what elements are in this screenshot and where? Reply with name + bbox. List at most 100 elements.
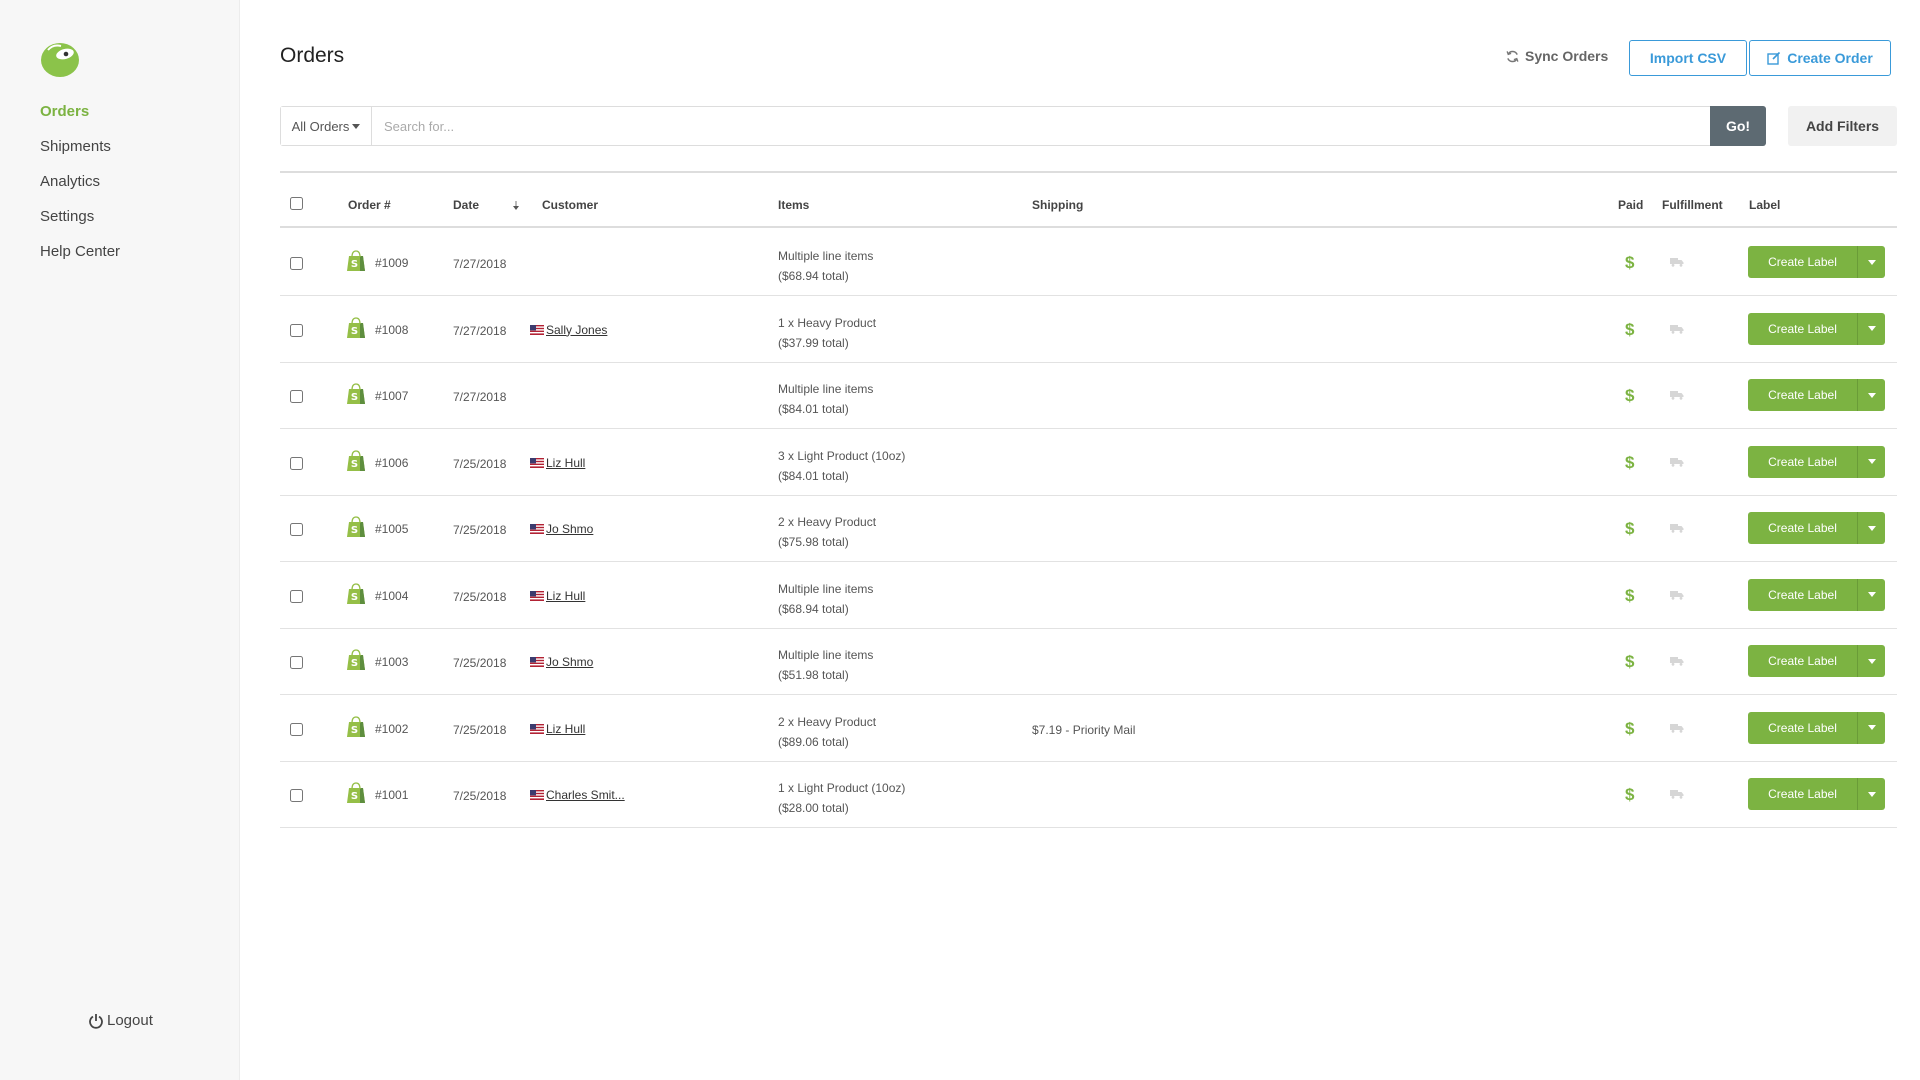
sort-icon[interactable]: [513, 201, 519, 211]
column-header-shipping[interactable]: Shipping: [1032, 198, 1083, 212]
sidebar-item-orders[interactable]: Orders: [40, 101, 120, 136]
sync-orders-label: Sync Orders: [1525, 48, 1609, 64]
create-label-button[interactable]: Create Label: [1748, 778, 1858, 810]
create-label-button[interactable]: Create Label: [1748, 512, 1858, 544]
svg-text:S: S: [351, 259, 358, 270]
customer-link[interactable]: Liz Hull: [546, 722, 585, 736]
create-label-button[interactable]: Create Label: [1748, 246, 1858, 278]
column-header-paid[interactable]: Paid: [1618, 198, 1643, 212]
create-label-button[interactable]: Create Label: [1748, 312, 1858, 345]
table-row: S #1004 7/25/2018 Liz Hull Multiple line…: [280, 563, 1897, 629]
sidebar-item-help-center[interactable]: Help Center: [40, 241, 120, 276]
create-label-button[interactable]: Create Label: [1748, 578, 1858, 611]
sidebar-item-analytics[interactable]: Analytics: [40, 171, 120, 206]
add-filters-button[interactable]: Add Filters: [1788, 106, 1897, 146]
row-checkbox[interactable]: [290, 257, 303, 270]
sidebar-item-shipments[interactable]: Shipments: [40, 136, 120, 171]
label-options-dropdown[interactable]: [1858, 379, 1885, 411]
logo-icon[interactable]: [39, 40, 81, 78]
page-title: Orders: [280, 44, 345, 67]
paid-icon: $: [1625, 785, 1635, 804]
go-button[interactable]: Go!: [1710, 106, 1766, 146]
order-number[interactable]: #1001: [375, 788, 408, 802]
create-label-button[interactable]: Create Label: [1748, 379, 1858, 411]
create-label-button[interactable]: Create Label: [1748, 645, 1858, 677]
order-date: 7/25/2018: [453, 722, 507, 737]
order-number[interactable]: #1002: [375, 722, 408, 736]
import-csv-button[interactable]: Import CSV: [1629, 40, 1747, 76]
order-number[interactable]: #1008: [375, 323, 408, 337]
caret-down-icon: [1867, 525, 1876, 531]
logout-button[interactable]: Logout: [88, 1012, 153, 1029]
create-label-button[interactable]: Create Label: [1748, 445, 1858, 478]
items-summary: Multiple line items: [778, 249, 874, 263]
sync-orders-button[interactable]: Sync Orders: [1506, 48, 1608, 64]
truck-icon: [1670, 790, 1684, 799]
order-items: 2 x Heavy Product ($75.98 total): [778, 512, 876, 552]
order-date: 7/25/2018: [453, 789, 507, 803]
order-date: 7/27/2018: [453, 323, 507, 338]
customer-link[interactable]: Jo Shmo: [546, 522, 593, 536]
items-summary: Multiple line items: [778, 382, 874, 396]
label-options-dropdown[interactable]: [1858, 711, 1885, 744]
row-checkbox[interactable]: [290, 656, 303, 669]
label-options-dropdown[interactable]: [1858, 445, 1885, 478]
items-total: ($68.94 total): [778, 269, 849, 283]
customer-link[interactable]: Liz Hull: [546, 589, 585, 603]
customer-link[interactable]: Charles Smit...: [546, 788, 625, 802]
sidebar-item-settings[interactable]: Settings: [40, 206, 120, 241]
truck-icon: [1670, 258, 1684, 267]
row-checkbox[interactable]: [290, 722, 303, 736]
order-number[interactable]: #1004: [375, 589, 408, 603]
customer: Liz Hull: [530, 589, 585, 603]
column-header-date[interactable]: Date: [453, 198, 479, 212]
label-options-dropdown[interactable]: [1858, 246, 1885, 278]
items-summary: 1 x Light Product (10oz): [778, 781, 906, 795]
order-number[interactable]: #1006: [375, 456, 408, 470]
order-date: 7/25/2018: [453, 523, 507, 537]
table-row: S #1005 7/25/2018 Jo Shmo 2 x Heavy Prod…: [280, 496, 1897, 562]
shopify-bag-icon: S: [347, 715, 365, 737]
search-input[interactable]: [372, 107, 1765, 145]
row-checkbox[interactable]: [290, 323, 303, 337]
truck-icon: [1670, 324, 1684, 334]
paid-icon: $: [1625, 585, 1635, 605]
truck-icon: [1670, 590, 1684, 600]
order-number[interactable]: #1009: [375, 256, 408, 270]
order-filter-dropdown[interactable]: All Orders: [281, 107, 372, 145]
customer-link[interactable]: Jo Shmo: [546, 655, 593, 669]
table-row: S #1009 7/27/2018 Multiple line items ($…: [280, 230, 1897, 296]
shopify-bag-icon: S: [347, 582, 365, 604]
table-row: S #1007 7/27/2018 Multiple line items ($…: [280, 363, 1897, 429]
create-label-button[interactable]: Create Label: [1748, 711, 1858, 744]
caret-down-icon: [1867, 658, 1876, 664]
order-number[interactable]: #1007: [375, 389, 408, 403]
column-header-items[interactable]: Items: [778, 198, 809, 212]
label-options-dropdown[interactable]: [1858, 578, 1885, 611]
order-items: Multiple line items ($68.94 total): [778, 246, 873, 286]
truck-icon: [1670, 391, 1684, 400]
edit-icon: [1767, 51, 1781, 65]
us-flag-icon: [530, 723, 544, 734]
column-header-order[interactable]: Order #: [348, 198, 391, 212]
row-checkbox[interactable]: [290, 523, 303, 536]
label-options-dropdown[interactable]: [1858, 645, 1885, 677]
select-all-checkbox[interactable]: [290, 197, 303, 210]
label-options-dropdown[interactable]: [1858, 312, 1885, 345]
caret-down-icon: [1867, 326, 1876, 331]
label-options-dropdown[interactable]: [1858, 778, 1885, 810]
label-options-dropdown[interactable]: [1858, 512, 1885, 544]
column-header-fulfillment[interactable]: Fulfillment: [1662, 198, 1723, 212]
customer-link[interactable]: Liz Hull: [546, 456, 585, 470]
column-header-customer[interactable]: Customer: [542, 198, 598, 212]
column-header-label[interactable]: Label: [1749, 198, 1780, 212]
row-checkbox[interactable]: [290, 789, 303, 802]
customer-link[interactable]: Sally Jones: [546, 323, 607, 337]
create-order-button[interactable]: Create Order: [1749, 40, 1891, 76]
order-number[interactable]: #1005: [375, 522, 408, 536]
row-checkbox[interactable]: [290, 456, 303, 470]
row-checkbox[interactable]: [290, 390, 303, 403]
row-checkbox[interactable]: [290, 589, 303, 603]
svg-text:S: S: [351, 392, 358, 403]
order-number[interactable]: #1003: [375, 655, 408, 669]
